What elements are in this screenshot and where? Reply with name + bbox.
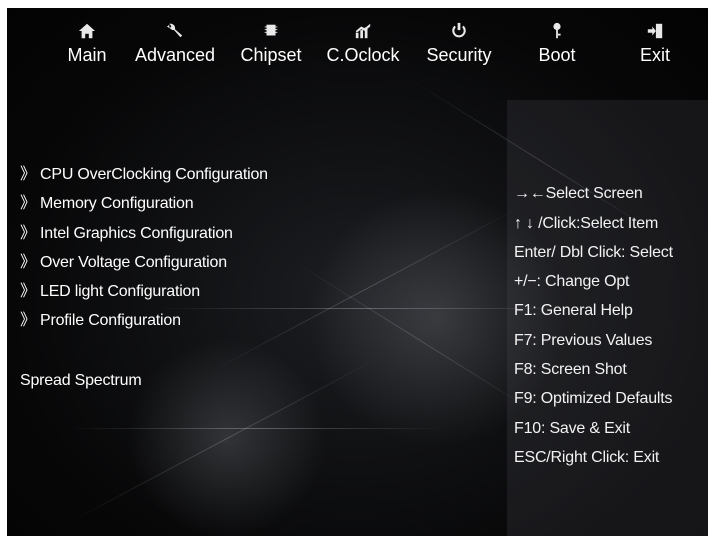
tab-advanced-label: Advanced bbox=[134, 45, 216, 65]
profile-config-item[interactable]: 》 Profile Configuration bbox=[20, 311, 181, 331]
chevron-right-icon: 》 bbox=[20, 254, 36, 271]
chevron-right-icon: 》 bbox=[20, 312, 36, 329]
intel-graphics-config-item[interactable]: 》 Intel Graphics Configuration bbox=[20, 224, 233, 244]
help-line: ↑ ↓ /Click:Select Item bbox=[514, 215, 659, 232]
tab-c-oclock-label: C.Oclock bbox=[326, 45, 400, 65]
chip-icon bbox=[235, 22, 307, 44]
tab-c-oclock[interactable]: C.Oclock bbox=[320, 22, 406, 82]
help-line: F9: Optimized Defaults bbox=[514, 390, 673, 407]
config-item-label: Profile Configuration bbox=[40, 312, 181, 329]
help-line: Enter/ Dbl Click: Select bbox=[514, 244, 673, 261]
wrench-icon bbox=[129, 22, 221, 44]
tab-advanced[interactable]: Advanced bbox=[129, 22, 221, 82]
help-line: →←Select Screen bbox=[514, 185, 643, 202]
chevron-right-icon: 》 bbox=[20, 225, 36, 242]
config-item-label: LED light Configuration bbox=[40, 283, 200, 300]
config-item-label: CPU OverClocking Configuration bbox=[40, 166, 268, 183]
power-icon bbox=[419, 22, 499, 44]
help-line: F1: General Help bbox=[514, 302, 633, 319]
help-line: ESC/Right Click: Exit bbox=[514, 449, 660, 466]
bios-screen: Main Advanced Chipset C.Oclock Security bbox=[7, 8, 708, 536]
tab-security[interactable]: Security bbox=[419, 22, 499, 82]
help-line: F7: Previous Values bbox=[514, 332, 653, 349]
exit-icon bbox=[633, 22, 677, 44]
tab-exit[interactable]: Exit bbox=[633, 22, 677, 82]
tab-chipset-label: Chipset bbox=[240, 45, 302, 65]
config-item-label: Memory Configuration bbox=[40, 195, 194, 212]
led-light-config-item[interactable]: 》 LED light Configuration bbox=[20, 282, 200, 302]
tab-exit-label: Exit bbox=[639, 45, 670, 65]
chevron-right-icon: 》 bbox=[20, 166, 36, 183]
home-icon bbox=[62, 22, 112, 44]
tab-chipset[interactable]: Chipset bbox=[235, 22, 307, 82]
tab-boot-label: Boot bbox=[538, 45, 576, 65]
tab-main[interactable]: Main bbox=[62, 22, 112, 82]
cpu-overclocking-config-item[interactable]: 》 CPU OverClocking Configuration bbox=[20, 165, 268, 185]
config-item-label: Over Voltage Configuration bbox=[40, 254, 227, 271]
tab-boot[interactable]: Boot bbox=[533, 22, 581, 82]
over-voltage-config-item[interactable]: 》 Over Voltage Configuration bbox=[20, 253, 227, 273]
memory-config-item[interactable]: 》 Memory Configuration bbox=[20, 194, 194, 214]
tab-security-label: Security bbox=[426, 45, 492, 65]
chevron-right-icon: 》 bbox=[20, 195, 36, 212]
key-icon bbox=[533, 22, 581, 44]
top-menu: Main Advanced Chipset C.Oclock Security bbox=[7, 8, 708, 88]
bar-chart-icon bbox=[320, 22, 406, 44]
tab-main-label: Main bbox=[67, 45, 107, 65]
config-item-label: Intel Graphics Configuration bbox=[40, 225, 233, 242]
spread-spectrum-label: Spread Spectrum bbox=[20, 372, 142, 389]
help-line: +/−: Change Opt bbox=[514, 273, 630, 290]
help-line: F10: Save & Exit bbox=[514, 420, 630, 437]
help-line: F8: Screen Shot bbox=[514, 361, 627, 378]
chevron-right-icon: 》 bbox=[20, 283, 36, 300]
